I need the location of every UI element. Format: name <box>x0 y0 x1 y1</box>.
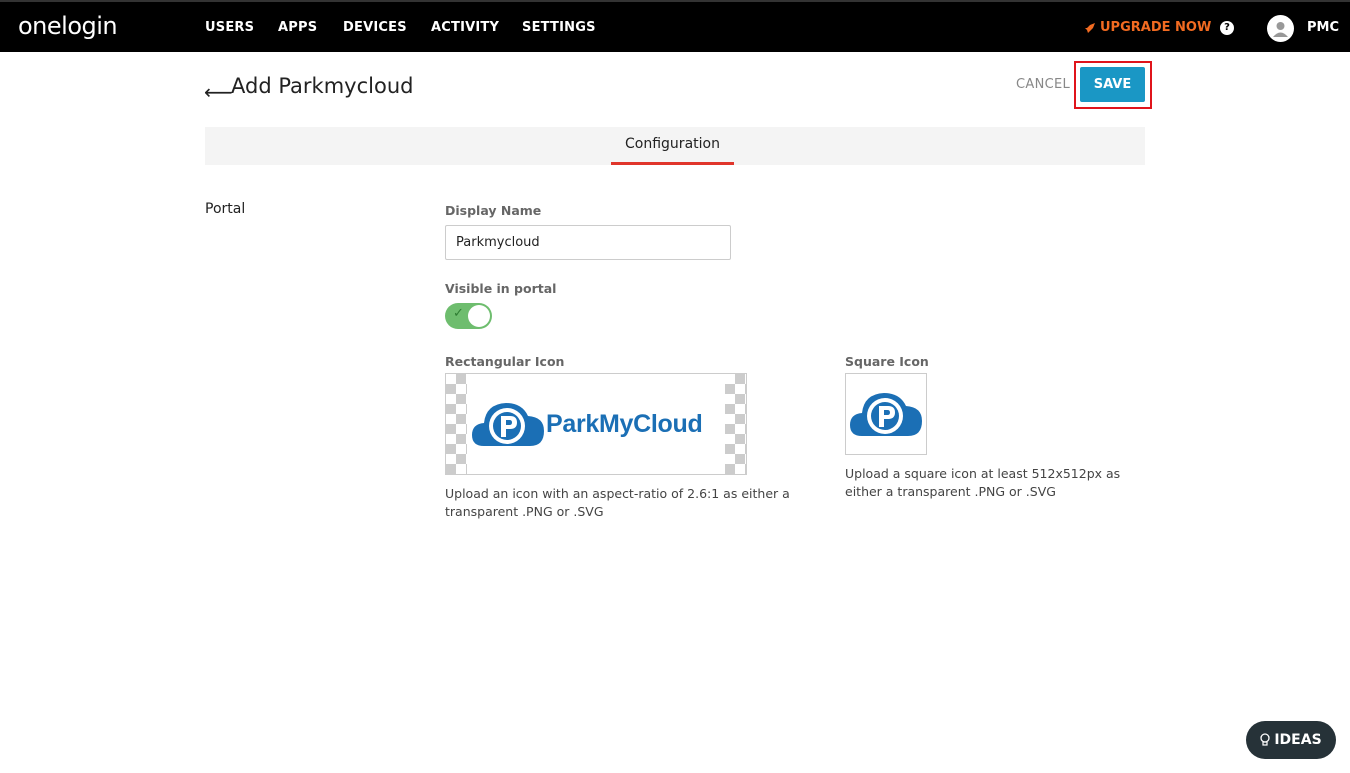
upgrade-now-label: UPGRADE NOW <box>1100 20 1212 35</box>
back-arrow-icon[interactable]: ⟵ <box>204 80 233 104</box>
transparency-checker-right <box>725 374 746 474</box>
visible-in-portal-toggle[interactable]: ✓ <box>445 303 492 329</box>
nav-apps[interactable]: APPS <box>278 20 317 35</box>
tab-bar: Configuration <box>205 127 1145 165</box>
rectangular-icon-upload[interactable]: ParkMyCloud <box>445 373 747 475</box>
ideas-label: IDEAS <box>1274 732 1322 748</box>
nav-settings[interactable]: SETTINGS <box>522 20 596 35</box>
parkmycloud-logo-icon <box>472 403 544 446</box>
square-icon-label: Square Icon <box>845 354 929 369</box>
lightbulb-icon <box>1260 733 1270 746</box>
display-name-input[interactable] <box>445 225 731 260</box>
onelogin-logo[interactable]: onelogin <box>18 12 118 40</box>
parkmycloud-square-icon <box>850 393 922 436</box>
page-title: Add Parkmycloud <box>231 74 414 98</box>
help-icon[interactable]: ? <box>1220 21 1234 35</box>
nav-devices[interactable]: DEVICES <box>343 20 407 35</box>
square-icon-upload[interactable] <box>845 373 927 455</box>
user-icon <box>1273 22 1288 37</box>
display-name-label: Display Name <box>445 203 542 218</box>
save-button[interactable]: SAVE <box>1080 67 1145 102</box>
transparency-checker-left <box>446 374 467 474</box>
rectangular-icon-help: Upload an icon with an aspect-ratio of 2… <box>445 486 790 519</box>
user-name[interactable]: PMC <box>1307 20 1339 35</box>
section-label-portal: Portal <box>205 201 246 217</box>
upgrade-now-link[interactable]: UPGRADE NOW <box>1084 20 1211 35</box>
rectangular-icon-label: Rectangular Icon <box>445 354 565 369</box>
nav-users[interactable]: USERS <box>205 20 254 35</box>
avatar[interactable] <box>1267 15 1294 42</box>
cancel-button[interactable]: CANCEL <box>1016 77 1070 92</box>
parkmycloud-wordmark: ParkMyCloud <box>546 410 703 438</box>
tab-configuration[interactable]: Configuration <box>611 127 734 165</box>
visible-in-portal-label: Visible in portal <box>445 281 557 296</box>
ideas-button[interactable]: IDEAS <box>1246 721 1336 759</box>
top-navbar: onelogin USERS APPS DEVICES ACTIVITY SET… <box>0 0 1350 52</box>
nav-activity[interactable]: ACTIVITY <box>431 20 499 35</box>
rocket-icon <box>1085 22 1095 33</box>
square-icon-help: Upload a square icon at least 512x512px … <box>845 466 1121 499</box>
check-icon: ✓ <box>453 306 464 321</box>
toggle-knob <box>468 305 490 327</box>
